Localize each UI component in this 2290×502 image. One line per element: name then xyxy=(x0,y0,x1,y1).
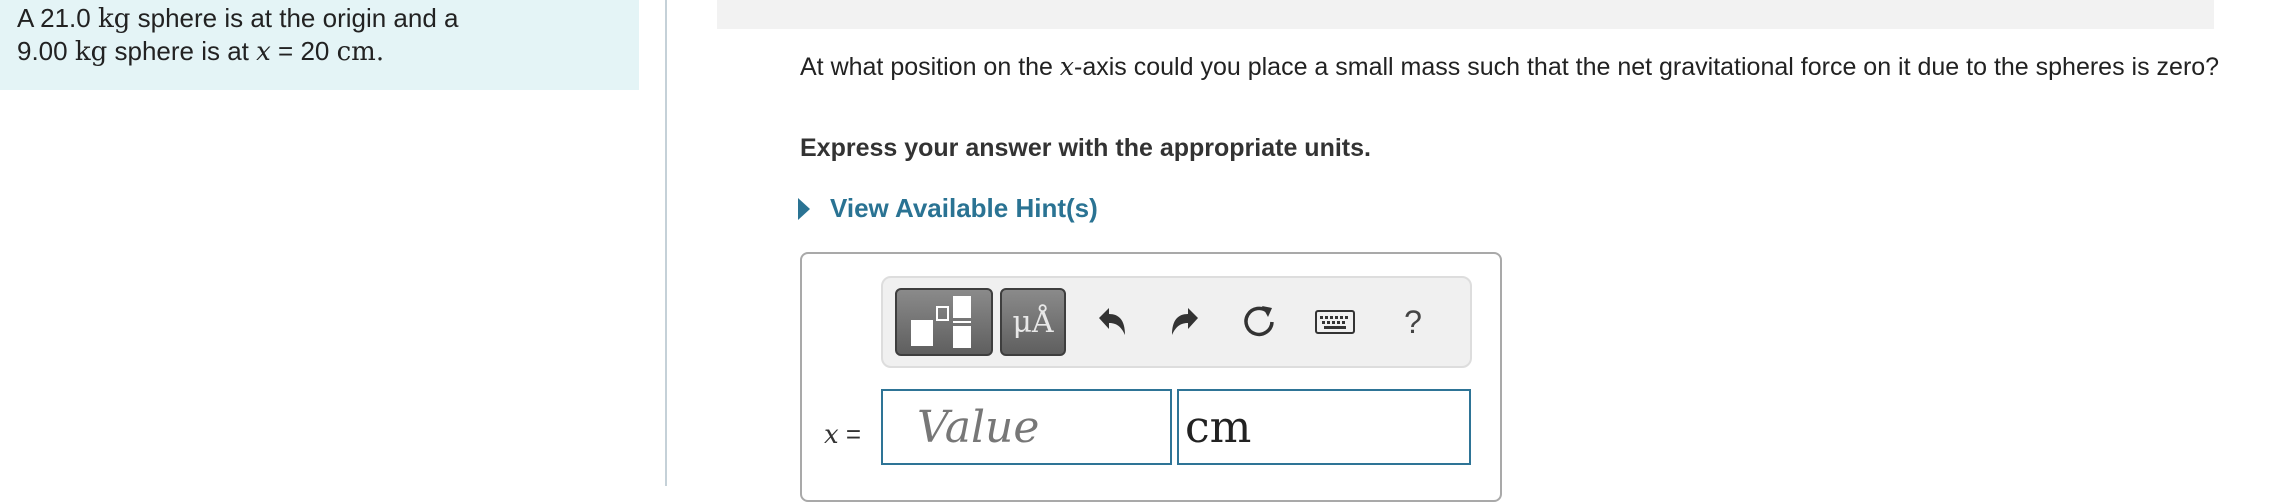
math-toolbar: μÅ ? xyxy=(881,276,1472,368)
panel-divider xyxy=(665,0,667,486)
keyboard-icon[interactable] xyxy=(1309,296,1361,348)
view-hints-label: View Available Hint(s) xyxy=(830,193,1098,223)
reset-icon[interactable] xyxy=(1233,296,1285,348)
question-part: -axis could you place a small mass such … xyxy=(1074,53,2220,81)
problem-line-1: A 21.0 kg sphere is at the origin and a xyxy=(17,2,639,35)
equals-sign: = xyxy=(845,419,862,449)
problem-text: = 20 xyxy=(278,36,330,66)
view-hints-link[interactable]: View Available Hint(s) xyxy=(798,193,1098,224)
answer-variable-label: x = xyxy=(824,419,861,450)
problem-text: sphere is at the origin and a xyxy=(137,3,459,33)
answer-box: μÅ ? x = Value cm xyxy=(800,252,1502,502)
value-input[interactable] xyxy=(881,389,1172,465)
redo-icon[interactable] xyxy=(1159,296,1211,348)
unit-kg: kg xyxy=(97,4,131,34)
unit-cm: cm xyxy=(336,37,376,67)
problem-line-2: 9.00 kg sphere is at x = 20 cm. xyxy=(17,35,639,68)
templates-button[interactable] xyxy=(895,288,993,356)
variable-x: x xyxy=(1059,52,1075,81)
undo-icon[interactable] xyxy=(1086,296,1138,348)
problem-text: A 21.0 xyxy=(17,3,91,33)
question-part: At what position on the xyxy=(800,53,1053,81)
units-input[interactable] xyxy=(1177,389,1471,465)
variable-x: x xyxy=(256,37,271,67)
unit-kg: kg xyxy=(74,37,108,67)
part-header-bar xyxy=(717,0,2214,29)
variable-x: x xyxy=(824,420,839,450)
question-text: At what position on the x-axis could you… xyxy=(800,51,2220,83)
problem-text: 9.00 xyxy=(17,36,68,66)
problem-statement: A 21.0 kg sphere is at the origin and a … xyxy=(0,0,639,90)
answer-instruction: Express your answer with the appropriate… xyxy=(800,134,1371,162)
units-button[interactable]: μÅ xyxy=(1000,288,1066,356)
problem-text: sphere is at xyxy=(114,36,249,66)
period: . xyxy=(375,37,385,67)
help-button[interactable]: ? xyxy=(1387,296,1439,348)
caret-right-icon xyxy=(798,197,810,220)
